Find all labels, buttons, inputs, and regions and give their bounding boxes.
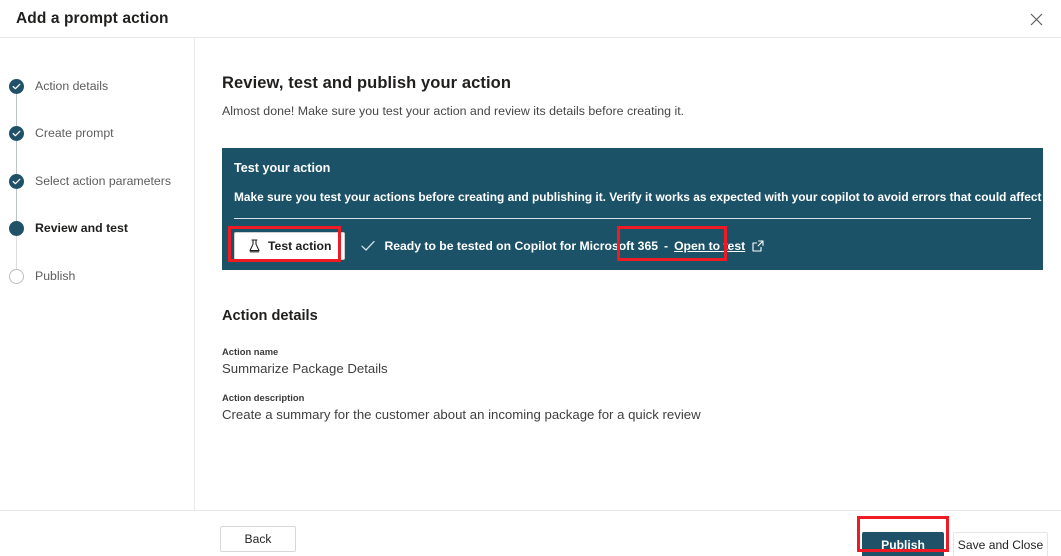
action-details-heading: Action details [222,308,318,324]
action-description-field: Action description Create a summary for … [222,392,701,422]
action-description-value: Create a summary for the customer about … [222,407,701,422]
step-status-done-icon [9,126,24,141]
test-action-button[interactable]: Test action [234,232,345,260]
step-status-current-icon [9,221,24,236]
sidebar-item-label: Action details [35,79,108,93]
close-glyph [1030,13,1043,26]
sidebar-item-label: Create prompt [35,126,114,140]
banner-action-row: Test action Ready to be tested on Copilo… [234,230,764,262]
publish-button[interactable]: Publish [862,532,944,556]
step-progress-sidebar: Action details Create prompt Select acti… [0,38,194,510]
dialog-footer: Back Publish Save and Close [0,510,1061,556]
ready-status-text: Ready to be tested on Copilot for Micros… [384,239,658,253]
sidebar-item-review-and-test[interactable]: Review and test [9,219,128,237]
checkmark-icon [12,82,21,91]
status-separator: - [664,239,668,253]
dialog-title: Add a prompt action [16,10,169,28]
action-name-label: Action name [222,346,388,357]
dialog-header: Add a prompt action [0,0,1061,38]
main-content: Review, test and publish your action Alm… [195,38,1061,510]
sidebar-item-label: Review and test [35,221,128,235]
checkmark-icon [12,129,21,138]
banner-title: Test your action [234,161,330,175]
sidebar-item-label: Publish [35,269,75,283]
open-to-test-link[interactable]: Open to test [674,239,745,253]
page-subtitle: Almost done! Make sure you test your act… [222,104,684,118]
sidebar-item-action-details[interactable]: Action details [9,77,108,95]
sidebar-item-label: Select action parameters [35,174,171,188]
banner-divider [234,218,1031,219]
sidebar-item-publish[interactable]: Publish [9,267,75,285]
page-title: Review, test and publish your action [222,74,511,93]
step-status-done-icon [9,79,24,94]
action-description-label: Action description [222,392,701,403]
beaker-icon [248,239,261,253]
checkmark-icon [12,177,21,186]
add-prompt-action-dialog: Add a prompt action Action details [0,0,1061,556]
banner-description: Make sure you test your actions before c… [234,190,1061,204]
action-name-field: Action name Summarize Package Details [222,346,388,376]
step-status-done-icon [9,174,24,189]
external-link-icon[interactable] [752,240,764,252]
sidebar-item-select-action-parameters[interactable]: Select action parameters [9,172,171,190]
external-link-glyph [752,240,764,252]
action-name-value: Summarize Package Details [222,361,388,376]
test-action-button-label: Test action [268,239,331,253]
back-button[interactable]: Back [220,526,296,552]
dialog-body: Action details Create prompt Select acti… [0,38,1061,510]
sidebar-item-create-prompt[interactable]: Create prompt [9,124,114,142]
ready-checkmark-icon [361,240,375,252]
save-and-close-button[interactable]: Save and Close [953,532,1048,556]
checkmark-glyph [361,240,375,252]
step-status-pending-icon [9,269,24,284]
close-icon[interactable] [1021,5,1051,33]
test-your-action-banner: Test your action Make sure you test your… [222,148,1043,270]
